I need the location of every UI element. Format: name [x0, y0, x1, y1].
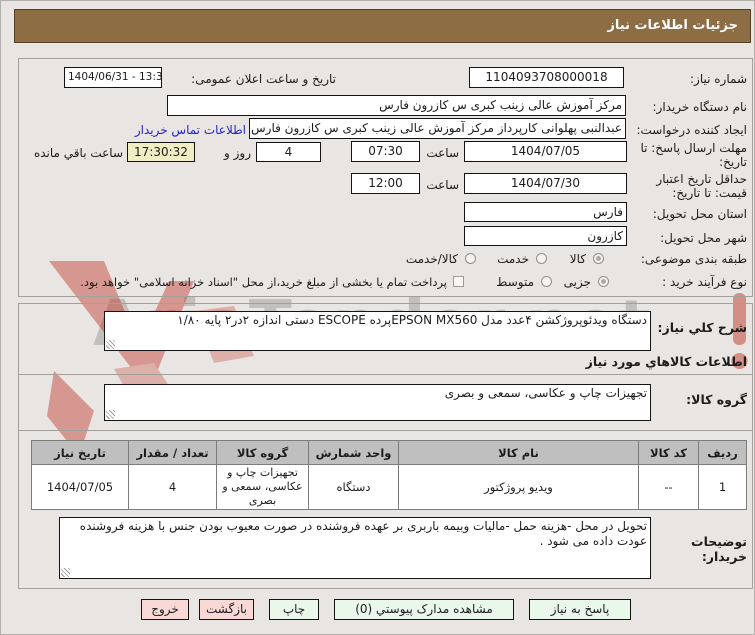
price-validity-label: حداقل تاریخ اعتبار قیمت: تا تاریخ:: [656, 172, 747, 200]
print-button[interactable]: چاپ: [269, 599, 319, 620]
remaining-suffix-label: ساعت باقي مانده: [33, 146, 123, 160]
col-need-date: تاریخ نیاز: [31, 440, 129, 465]
back-button[interactable]: بازگشت: [199, 599, 254, 620]
goods-table-header-row: ردیف کد کالا نام کالا واحد شمارش گروه کا…: [31, 440, 747, 465]
city-field[interactable]: کازرون: [464, 226, 627, 246]
col-item-group: گروه کالا: [216, 440, 309, 465]
treasury-payment-checkbox[interactable]: [453, 276, 464, 287]
province-field[interactable]: فارس: [464, 202, 627, 222]
need-description-label: شرح کلي نياز:: [657, 320, 747, 335]
price-validity-date-field[interactable]: 1404/07/30: [464, 173, 627, 194]
col-item-code: کد کالا: [638, 440, 699, 465]
buyer-notes-textarea[interactable]: تحویل در محل -هزینه حمل -مالیات وبیمه با…: [59, 517, 651, 579]
city-label: شهر محل تحویل:: [660, 231, 747, 245]
section-divider: [19, 430, 752, 431]
view-attachments-button[interactable]: مشاهده مدارک پیوستي (0): [334, 599, 514, 620]
request-creator-label: ایجاد کننده درخواست:: [636, 123, 747, 137]
process-type-option-minor-label: جزیی: [563, 275, 591, 289]
col-item-name: نام کالا: [398, 440, 639, 465]
classification-radio-goods[interactable]: [593, 253, 604, 264]
response-deadline-time-field[interactable]: 07:30: [351, 141, 420, 162]
goods-group-textarea[interactable]: تجهیزات چاپ و عکاسی، سمعی و بصری: [104, 384, 651, 421]
section-divider: [19, 374, 752, 375]
buyer-contact-link[interactable]: اطلاعات تماس خریدار: [135, 123, 246, 137]
col-count-unit: واحد شمارش: [308, 440, 399, 465]
cell-need-date: 1404/07/05: [31, 464, 129, 510]
announce-datetime-field[interactable]: 1404/06/31 - 13:37: [64, 67, 162, 88]
process-type-radio-medium[interactable]: [541, 276, 552, 287]
classification-radio-goods-service[interactable]: [465, 253, 476, 264]
classification-option-goods-service-label: کالا/خدمت: [405, 252, 458, 266]
response-deadline-date-field[interactable]: 1404/07/05: [464, 141, 627, 162]
province-label: استان محل تحویل:: [652, 207, 747, 221]
cell-count-unit: دستگاه: [308, 464, 399, 510]
cell-item-name: ویدیو پروژکتور: [398, 464, 639, 510]
treasury-payment-checkbox-label: پرداخت تمام یا بخشی از مبلغ خرید،از محل …: [80, 275, 447, 289]
need-description-text: دستگاه ویدئوپروژکشن ۴عدد مدل EPSON MX560…: [177, 313, 647, 327]
goods-group-label: گروه کالا:: [686, 392, 747, 407]
process-type-radio-minor[interactable]: [598, 276, 609, 287]
need-details-window: AriaTender.net جزئیات اطلاعات نیاز شماره…: [0, 0, 755, 635]
classification-radio-service[interactable]: [536, 253, 547, 264]
cell-item-code: --: [638, 464, 699, 510]
request-creator-field[interactable]: عبدالنبی پهلوانی کارپرداز مرکز آموزش عال…: [249, 118, 626, 139]
cell-row-number: 1: [698, 464, 747, 510]
col-quantity: تعداد / مقدار: [128, 440, 217, 465]
classification-option-goods-label: کالا: [569, 252, 586, 266]
process-type-label: نوع فرآیند خرید :: [662, 275, 747, 289]
response-deadline-label: مهلت ارسال پاسخ: تا تاریخ:: [640, 141, 747, 169]
cell-item-group: تجهیزات چاپ و عکاسی، سمعی و بصری: [216, 464, 309, 510]
remaining-days-label: روز و: [224, 146, 251, 160]
goods-table-row: 1 -- ویدیو پروژکتور دستگاه تجهیزات چاپ و…: [31, 464, 747, 510]
exit-button[interactable]: خروج: [141, 599, 189, 620]
remaining-time-field: 17:30:32: [127, 142, 195, 162]
classification-option-service-label: خدمت: [497, 252, 529, 266]
cell-quantity: 4: [128, 464, 217, 510]
buyer-org-label: نام دستگاه خریدار:: [652, 100, 748, 114]
buyer-notes-label: توضیحات خریدار:: [691, 534, 747, 564]
process-type-option-medium-label: متوسط: [496, 275, 534, 289]
resize-handle-icon[interactable]: [61, 568, 70, 577]
resize-handle-icon[interactable]: [106, 410, 115, 419]
goods-section-header: اطلاعات کالاهاي مورد نياز: [585, 354, 747, 369]
need-number-label: شماره نیاز:: [690, 72, 747, 86]
need-description-textarea[interactable]: دستگاه ویدئوپروژکشن ۴عدد مدل EPSON MX560…: [104, 311, 651, 351]
goods-table: ردیف کد کالا نام کالا واحد شمارش گروه کا…: [31, 440, 747, 510]
price-validity-time-field[interactable]: 12:00: [351, 173, 420, 194]
buyer-org-field[interactable]: مرکز آموزش عالی زینب کبری س کازرون فارس: [167, 95, 626, 116]
response-deadline-time-label: ساعت: [426, 146, 459, 160]
goods-group-text: تجهیزات چاپ و عکاسی، سمعی و بصری: [444, 386, 647, 400]
need-number-field[interactable]: 1104093708000018: [469, 67, 624, 88]
price-validity-time-label: ساعت: [426, 178, 459, 192]
col-row-number: ردیف: [698, 440, 747, 465]
respond-to-need-button[interactable]: پاسخ به نیاز: [529, 599, 631, 620]
buyer-notes-text: تحویل در محل -هزینه حمل -مالیات وبیمه با…: [79, 519, 647, 548]
page-title: جزئیات اطلاعات نیاز: [14, 9, 751, 43]
remaining-days-field[interactable]: 4: [256, 142, 321, 162]
announce-datetime-label: تاریخ و ساعت اعلان عمومی:: [191, 72, 336, 86]
resize-handle-icon[interactable]: [106, 340, 115, 349]
classification-label: طبقه بندی موضوعی:: [640, 252, 747, 266]
